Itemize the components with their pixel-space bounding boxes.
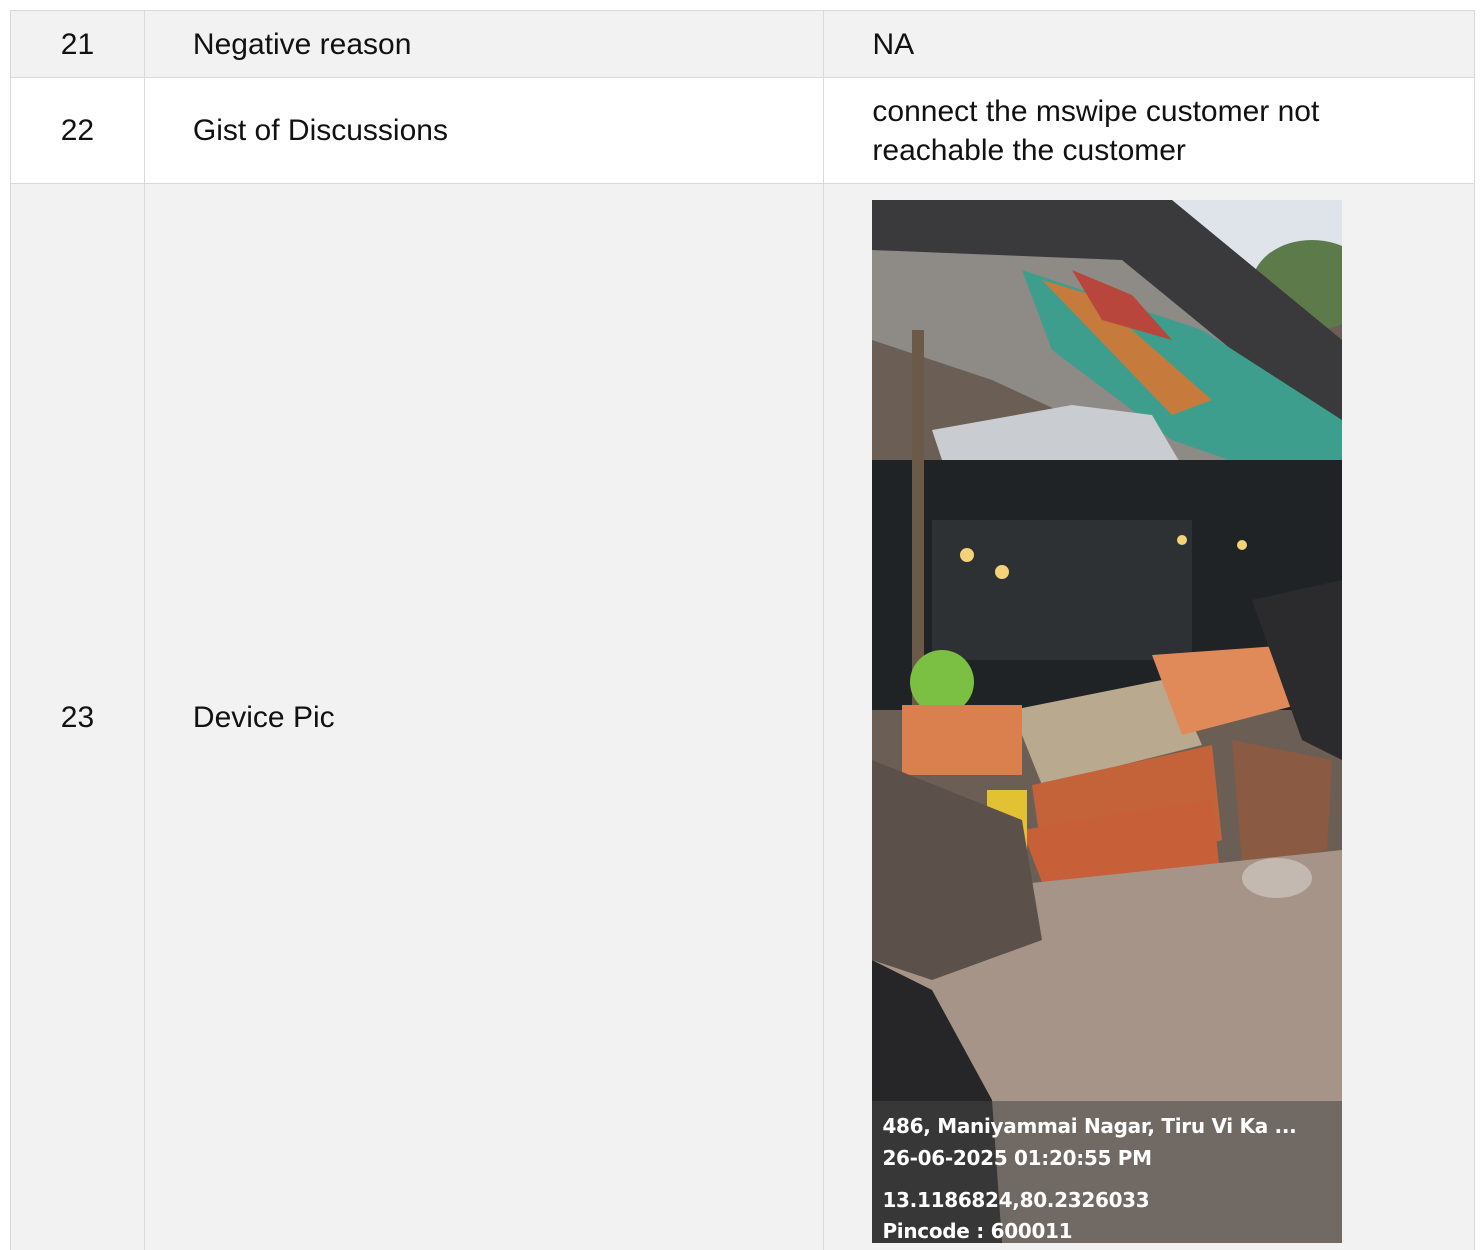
- table-row: 22 Gist of Discussions connect the mswip…: [11, 78, 1475, 184]
- row-label: Negative reason: [145, 11, 825, 77]
- geotag-datetime: 26-06-2025 01:20:55 PM: [882, 1146, 1152, 1170]
- row-number: 21: [11, 11, 145, 77]
- row-number: 23: [11, 184, 145, 1250]
- row-value: connect the mswipe customer not reachabl…: [824, 78, 1475, 183]
- row-label: Gist of Discussions: [145, 78, 825, 183]
- row-number: 22: [11, 78, 145, 183]
- market-scene-image: [872, 200, 1343, 1243]
- photo-geotag-overlay: 486, Maniyammai Nagar, Tiru Vi Ka ... 26…: [872, 1101, 1343, 1243]
- row-value: 486, Maniyammai Nagar, Tiru Vi Ka ... 26…: [824, 184, 1475, 1250]
- device-photo[interactable]: 486, Maniyammai Nagar, Tiru Vi Ka ... 26…: [872, 200, 1343, 1243]
- geotag-pincode: Pincode : 600011: [882, 1219, 1073, 1243]
- table-row: 21 Negative reason NA: [11, 11, 1475, 78]
- row-value: NA: [824, 11, 1475, 77]
- details-table: 21 Negative reason NA 22 Gist of Discuss…: [10, 10, 1475, 1250]
- table-row: 23 Device Pic 486, Maniyammai Nagar, Tir…: [11, 184, 1475, 1250]
- row-label: Device Pic: [145, 184, 825, 1250]
